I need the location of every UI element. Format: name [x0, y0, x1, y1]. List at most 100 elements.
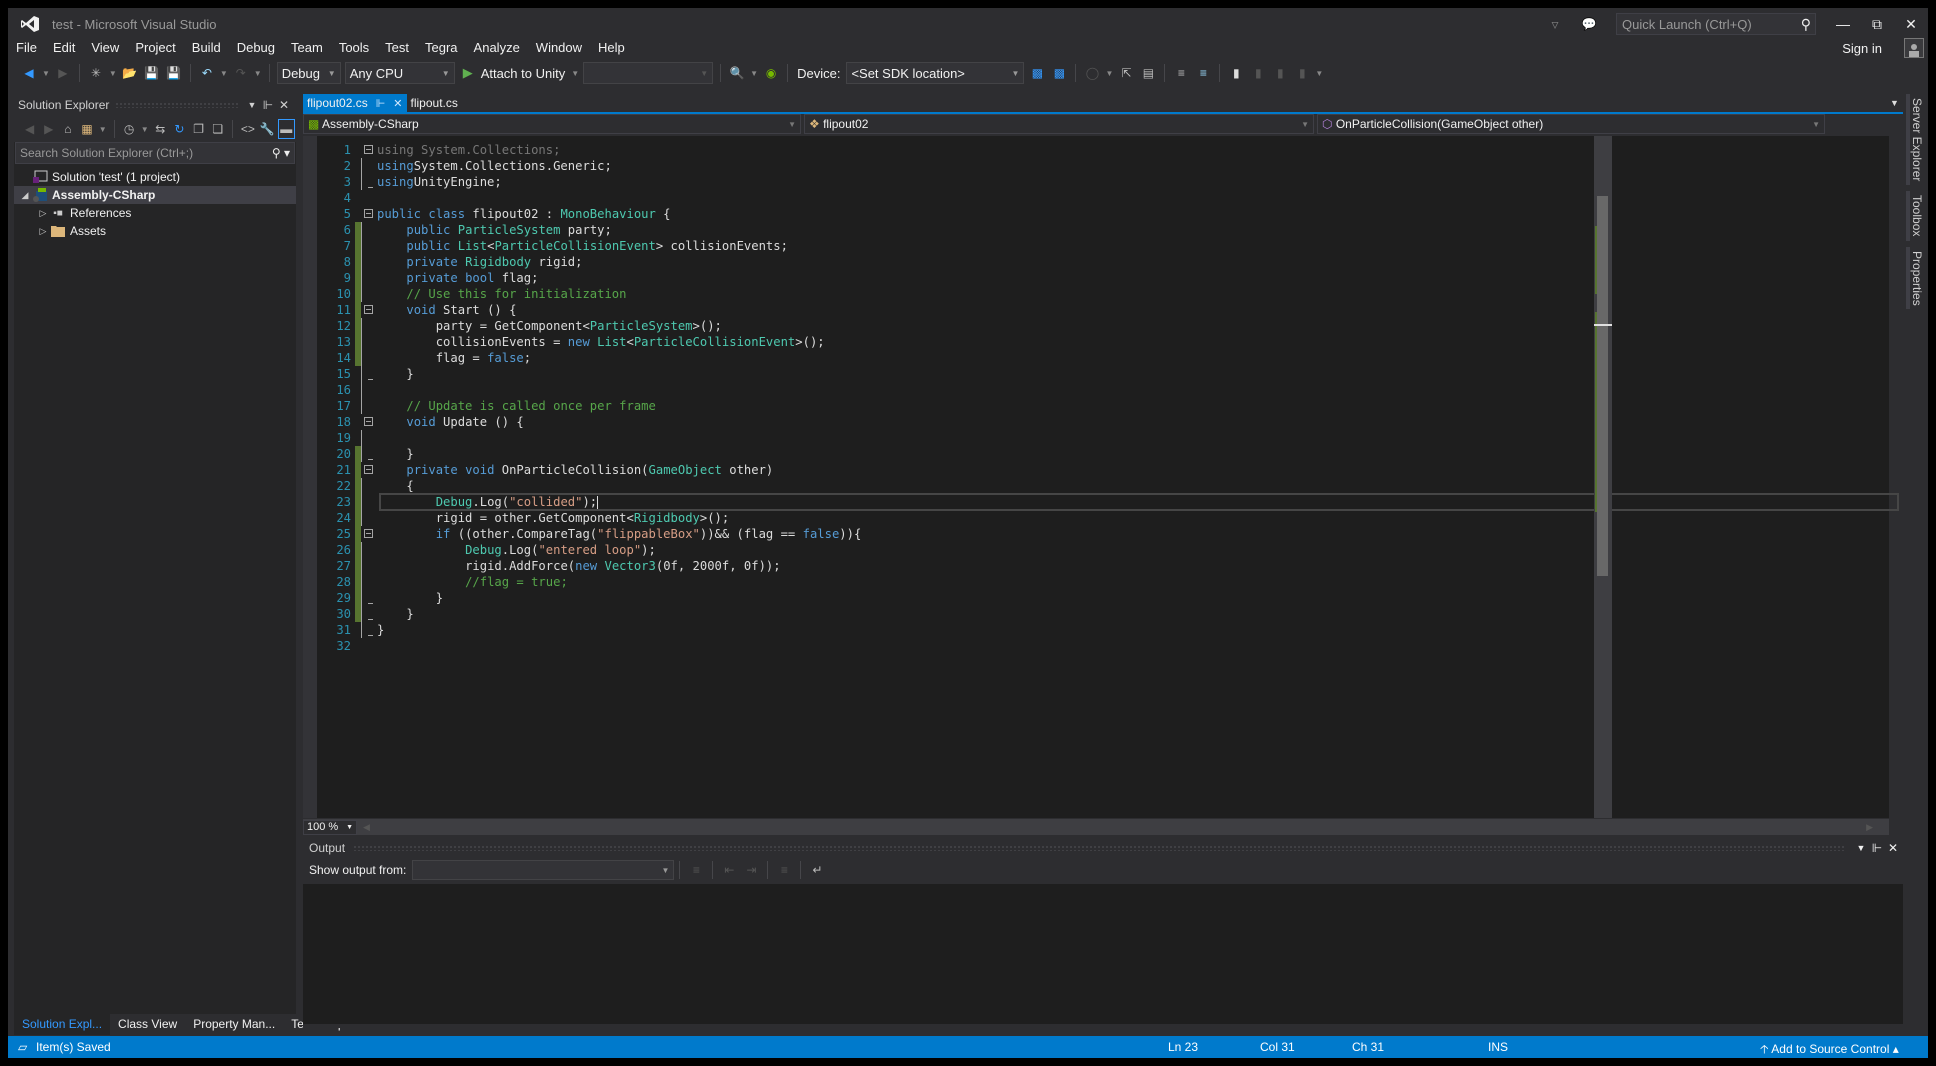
code-text[interactable]: private Rigidbody rigid;	[377, 254, 582, 270]
code-line[interactable]: 24 rigid = other.GetComponent<Rigidbody>…	[317, 510, 861, 526]
toolbox-tab[interactable]: Toolbox	[1906, 191, 1924, 241]
code-line[interactable]: 21 private void OnParticleCollision(Game…	[317, 462, 861, 478]
code-text[interactable]: //flag = true;	[377, 574, 568, 590]
select-element-icon[interactable]: ⇱	[1116, 63, 1136, 83]
close-icon[interactable]: ✕	[276, 98, 292, 112]
scroll-right-icon[interactable]: ▶	[1866, 822, 1873, 833]
menu-project[interactable]: Project	[127, 38, 183, 58]
uncomment-lines-icon[interactable]: ≡	[1193, 63, 1213, 83]
code-line[interactable]: 14 flag = false;	[317, 350, 861, 366]
preview-selected-icon[interactable]: ▬	[277, 119, 295, 139]
code-text[interactable]: }	[377, 606, 413, 622]
tree-item-references[interactable]: ▷ ▪■ References	[14, 204, 296, 222]
previous-bookmark-icon[interactable]: ▮	[1248, 63, 1268, 83]
code-text[interactable]: usingSystem.Collections.Generic;	[377, 158, 612, 174]
code-text[interactable]: private bool flag;	[377, 270, 538, 286]
menu-file[interactable]: File	[8, 38, 45, 58]
home-icon[interactable]: ⌂	[59, 119, 76, 139]
code-line[interactable]: 26 Debug.Log("entered loop");	[317, 542, 861, 558]
tab-class-view[interactable]: Class View	[110, 1013, 185, 1035]
code-line[interactable]: 22 {	[317, 478, 861, 494]
bookmark-icon[interactable]: ▮	[1226, 63, 1246, 83]
code-line[interactable]: 15 }	[317, 366, 861, 382]
find-in-files-icon[interactable]: 🔍	[727, 63, 747, 83]
code-text[interactable]: // Use this for initialization	[377, 286, 626, 302]
close-icon[interactable]: ✕	[1885, 841, 1901, 855]
code-line[interactable]: 10 // Use this for initialization	[317, 286, 861, 302]
tab-property-manager[interactable]: Property Man...	[185, 1013, 283, 1035]
collapse-region-icon[interactable]	[361, 526, 377, 542]
nvidia-icon[interactable]: ◉	[761, 63, 781, 83]
code-line[interactable]: 12 party = GetComponent<ParticleSystem>(…	[317, 318, 861, 334]
platform-select[interactable]: Any CPU ▼	[344, 62, 455, 84]
code-line[interactable]: 3 usingUnityEngine;	[317, 174, 861, 190]
code-line[interactable]: 30 }	[317, 606, 861, 622]
minimize-button[interactable]: —	[1826, 11, 1860, 37]
menu-window[interactable]: Window	[528, 38, 590, 58]
code-text[interactable]: usingUnityEngine;	[377, 174, 502, 190]
menu-team[interactable]: Team	[283, 38, 331, 58]
scrollbar-thumb[interactable]	[1597, 196, 1608, 576]
indicator-margin[interactable]	[303, 136, 317, 818]
member-nav-select[interactable]: ⬡ OnParticleCollision(GameObject other) …	[1317, 114, 1825, 134]
code-text[interactable]: using System.Collections;	[377, 142, 560, 158]
code-editor[interactable]: 1 using System.Collections; 2 usingSystem.C…	[303, 136, 1899, 818]
sign-in-link[interactable]: Sign in	[1842, 41, 1882, 56]
close-tab-icon[interactable]: ✕	[393, 97, 402, 110]
debug-target-select[interactable]: ▼	[583, 62, 714, 84]
device-select[interactable]: <Set SDK location> ▼	[846, 62, 1025, 84]
code-line[interactable]: 6 public ParticleSystem party;	[317, 222, 861, 238]
pin-tab-icon[interactable]: ⊩	[376, 97, 386, 110]
code-text[interactable]: void Update () {	[377, 414, 523, 430]
open-file-icon[interactable]: 📂	[120, 63, 140, 83]
collapsed-arrow-icon[interactable]: ▷	[36, 226, 50, 237]
output-source-select[interactable]: ▼	[412, 860, 675, 880]
menu-build[interactable]: Build	[184, 38, 229, 58]
device-power-icon[interactable]: ▩	[1049, 63, 1069, 83]
tab-solution-explorer[interactable]: Solution Expl...	[14, 1013, 111, 1035]
source-control-button[interactable]: 🡡 Add to Source Control ▴	[1760, 1040, 1899, 1061]
filter-icon[interactable]: ▿	[1538, 11, 1572, 37]
view-code-icon[interactable]: <>	[239, 119, 256, 139]
code-text[interactable]: public List<ParticleCollisionEvent> coll…	[377, 238, 788, 254]
code-line[interactable]: 20 }	[317, 446, 861, 462]
tab-overflow-icon[interactable]: ▼	[1890, 98, 1899, 108]
toggle-word-wrap-icon[interactable]: ↵	[807, 860, 827, 880]
code-text[interactable]: if ((other.CompareTag("flippableBox"))&&…	[377, 526, 862, 542]
code-line[interactable]: 25 if ((other.CompareTag("flippableBox")…	[317, 526, 861, 542]
attach-to-unity-button[interactable]: Attach to Unity	[481, 66, 566, 81]
code-text[interactable]: party = GetComponent<ParticleSystem>();	[377, 318, 722, 334]
code-line[interactable]: 27 rigid.AddForce(new Vector3(0f, 2000f,…	[317, 558, 861, 574]
code-line[interactable]: 17 // Update is called once per frame	[317, 398, 861, 414]
code-text[interactable]: {	[377, 478, 413, 494]
navigate-back-icon[interactable]: ◀	[19, 63, 39, 83]
find-dropdown-icon[interactable]: ▼	[750, 69, 758, 78]
code-text[interactable]: public class flipout02 : MonoBehaviour {	[377, 206, 671, 222]
switch-views-icon[interactable]: ▦	[79, 119, 96, 139]
collapse-all-icon[interactable]: ❐	[190, 119, 207, 139]
code-text[interactable]: private void OnParticleCollision(GameObj…	[377, 462, 773, 478]
feedback-icon[interactable]: 💬	[1572, 11, 1606, 37]
tree-item-solution[interactable]: Solution 'test' (1 project)	[14, 168, 296, 186]
collapse-region-icon[interactable]	[361, 414, 377, 430]
tab-flipout-cs[interactable]: flipout.cs	[407, 94, 462, 112]
server-explorer-tab[interactable]: Server Explorer	[1906, 94, 1924, 186]
zoom-level-select[interactable]: 100 % ▼	[303, 819, 357, 835]
expanded-arrow-icon[interactable]: ◢	[18, 190, 32, 201]
menu-view[interactable]: View	[83, 38, 127, 58]
menu-edit[interactable]: Edit	[45, 38, 83, 58]
glasses-dropdown-icon[interactable]: ▼	[1105, 69, 1113, 78]
configuration-select[interactable]: Debug ▼	[276, 62, 341, 84]
clear-bookmarks-icon[interactable]: ▮	[1292, 63, 1312, 83]
undo-dropdown-icon[interactable]: ▼	[220, 69, 228, 78]
views-dropdown-icon[interactable]: ▼	[99, 125, 107, 134]
code-line[interactable]: 31}	[317, 622, 861, 638]
back-dropdown-icon[interactable]: ▼	[42, 69, 50, 78]
code-line[interactable]: 32	[317, 638, 861, 654]
menu-tools[interactable]: Tools	[331, 38, 377, 58]
code-text[interactable]: }	[377, 446, 413, 462]
code-text[interactable]: }	[377, 622, 384, 638]
new-dropdown-icon[interactable]: ▼	[109, 69, 117, 78]
pending-changes-icon[interactable]: ◷	[121, 119, 138, 139]
pin-icon[interactable]: ⊩	[1869, 841, 1885, 855]
